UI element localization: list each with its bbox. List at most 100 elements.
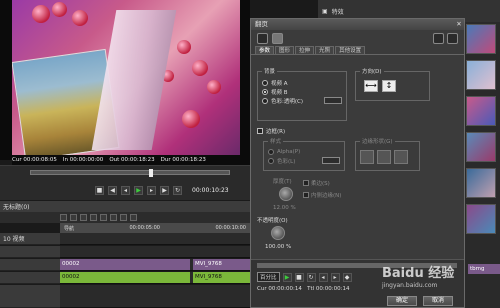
track[interactable] — [60, 246, 250, 258]
tab-stretch[interactable]: 拉伸 — [295, 46, 315, 54]
layout-icon[interactable] — [447, 33, 458, 44]
loop-button[interactable]: ↻ — [306, 272, 316, 282]
loop-button[interactable]: ↻ — [173, 185, 182, 195]
radio-color[interactable]: 色彩:透明(C) — [262, 96, 342, 105]
tab-lighting[interactable]: 光照 — [315, 46, 335, 54]
effect-thumb[interactable] — [466, 168, 496, 198]
tool-icon[interactable] — [130, 214, 137, 221]
shape-group-label: 边缘形状(G) — [360, 137, 395, 145]
track[interactable]: 00002 MVI_9768 — [60, 259, 250, 271]
play-button[interactable]: ▶ — [282, 272, 292, 282]
clip[interactable]: 00002 — [60, 272, 190, 283]
play-button[interactable]: ▶ — [134, 185, 143, 195]
track-header[interactable] — [0, 272, 60, 284]
tool-icon[interactable] — [70, 214, 77, 221]
tab-timeline[interactable]: 无标题(0) — [3, 202, 30, 211]
fast-forward-button[interactable]: ▶ — [160, 185, 169, 195]
radio-button[interactable] — [268, 148, 274, 155]
horizontal-direction-button[interactable]: ⟷ — [364, 80, 378, 92]
dialog-icon-bar — [251, 30, 464, 46]
shape-square-button[interactable] — [360, 150, 374, 164]
effect-thumb[interactable] — [466, 96, 496, 126]
effect-thumb[interactable] — [466, 60, 496, 90]
rewind-button[interactable]: ◀ — [108, 185, 117, 195]
effect-thumb[interactable] — [466, 132, 496, 162]
inner-border-toggle[interactable]: 内侧边缘(N) — [303, 191, 341, 199]
track[interactable] — [60, 285, 250, 308]
opacity-knob[interactable] — [271, 226, 285, 240]
radio-video-b[interactable]: 视频 B — [262, 87, 342, 96]
scrub-track[interactable] — [30, 169, 230, 177]
step-back-button[interactable]: ◂ — [318, 272, 328, 282]
vertical-direction-button[interactable]: ↕ — [382, 80, 396, 92]
cur-timecode: Cur 00:00:08:05 — [12, 157, 57, 163]
cancel-button[interactable]: 取消 — [423, 296, 453, 306]
shape-round-button[interactable] — [377, 150, 391, 164]
step-forward-button[interactable]: ▸ — [330, 272, 340, 282]
ruler-label: 导航 — [64, 225, 75, 232]
tool-icon[interactable] — [80, 214, 87, 221]
soften-toggle[interactable]: 柔边(S) — [303, 179, 330, 187]
radio-border-color[interactable]: 色彩(L) — [268, 156, 340, 165]
balloon — [52, 2, 67, 17]
track-header[interactable]: 10 视频 — [0, 233, 60, 245]
clip[interactable]: 00002 — [60, 259, 190, 270]
tool-icon[interactable] — [90, 214, 97, 221]
effect-thumb[interactable] — [466, 24, 496, 54]
speed-select[interactable]: 百分比 — [257, 272, 280, 282]
radio-alpha[interactable]: Alpha(P) — [268, 147, 340, 156]
effect-thumb[interactable] — [466, 204, 496, 234]
soften-checkbox[interactable] — [303, 180, 309, 186]
background-group: 背景 视频 A 视频 B 色彩:透明(C) — [257, 67, 347, 121]
close-icon[interactable]: ✕ — [454, 19, 464, 30]
balloon — [72, 10, 88, 26]
radio-button[interactable] — [262, 97, 268, 104]
track[interactable] — [60, 233, 250, 245]
step-back-button[interactable]: ◂ — [121, 185, 130, 195]
radio-button[interactable] — [262, 88, 268, 95]
scrub-bar[interactable] — [0, 165, 250, 180]
dialog-ttl-timecode: Ttl 00:00:00:14 — [307, 286, 350, 292]
scrub-thumb[interactable] — [149, 169, 153, 177]
watermark-logo: Baidu 经验 — [382, 266, 455, 281]
copy-icon[interactable] — [433, 33, 444, 44]
track-header[interactable] — [0, 259, 60, 271]
timeline-ruler[interactable]: 导航 00:00:05:00 00:00:10:00 — [60, 223, 250, 233]
preview-monitor: Cur 00:00:08:05 In 00:00:00:00 Out 00:00… — [0, 0, 252, 165]
shape-bevel-button[interactable] — [394, 150, 408, 164]
clip[interactable]: tbmg — [468, 264, 500, 274]
border-checkbox[interactable] — [257, 128, 263, 134]
tool-icon[interactable] — [60, 214, 67, 221]
keyframe-button[interactable]: ◆ — [342, 272, 352, 282]
out-timecode: Out 00:00:18:23 — [109, 157, 155, 163]
track-header[interactable] — [0, 246, 60, 258]
color-swatch[interactable] — [324, 97, 342, 104]
ok-button[interactable]: 确定 — [387, 296, 417, 306]
radio-button[interactable] — [268, 157, 274, 164]
step-forward-button[interactable]: ▸ — [147, 185, 156, 195]
clip[interactable]: MVI_9768 — [193, 272, 250, 283]
preview-status: Cur 00:00:08:05 In 00:00:00:00 Out 00:00… — [12, 155, 252, 165]
tool-icon[interactable] — [120, 214, 127, 221]
tool-icon[interactable] — [100, 214, 107, 221]
radio-label: 视频 B — [271, 89, 288, 96]
border-toggle[interactable]: 边框(R) — [257, 127, 285, 135]
tab-parameters[interactable]: 参数 — [255, 46, 275, 54]
inner-border-checkbox[interactable] — [303, 192, 309, 198]
border-color-swatch[interactable] — [322, 157, 340, 164]
tab-graphics[interactable]: 图形 — [275, 46, 295, 54]
stop-button[interactable]: ■ — [294, 272, 304, 282]
thickness-knob[interactable] — [279, 187, 293, 201]
clip[interactable]: MVI_9768 — [193, 259, 250, 270]
dialog-titlebar[interactable]: 翻页 ✕ — [251, 19, 464, 30]
radio-video-a[interactable]: 视频 A — [262, 78, 342, 87]
opacity-value: 100.00 % — [265, 244, 292, 250]
settings-icon[interactable] — [272, 32, 283, 44]
stop-button[interactable]: ■ — [95, 185, 104, 195]
radio-button[interactable] — [262, 79, 268, 86]
track-header[interactable] — [0, 285, 60, 308]
tool-icon[interactable] — [110, 214, 117, 221]
track[interactable]: 00002 MVI_9768 — [60, 272, 250, 284]
tab-other-settings[interactable]: 其他设置 — [335, 46, 366, 54]
preset-icon[interactable] — [257, 32, 268, 44]
